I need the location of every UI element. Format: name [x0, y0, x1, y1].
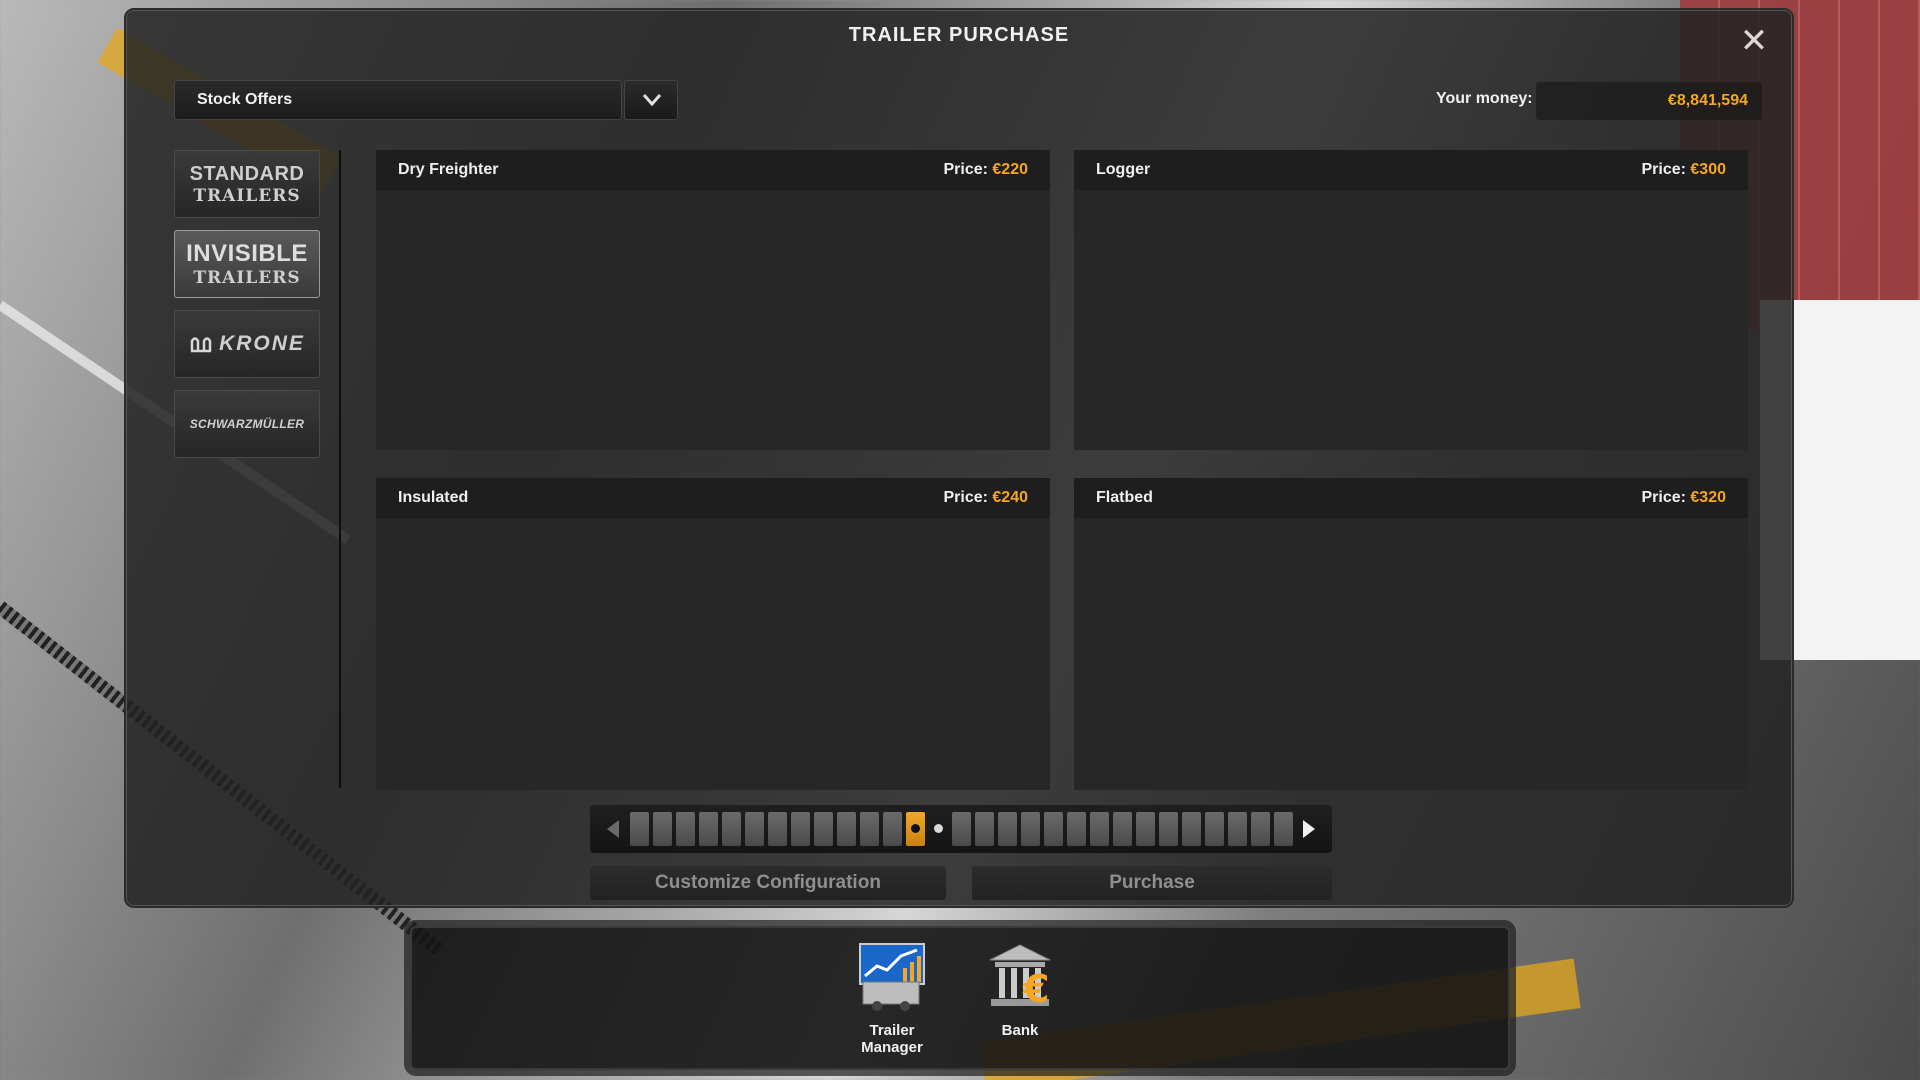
page-segment[interactable] — [951, 812, 971, 846]
next-page-button[interactable] — [1293, 809, 1327, 849]
price-value: €320 — [1690, 489, 1726, 506]
price-label: Price: — [1641, 161, 1686, 178]
brand-label: INVISIBLE — [186, 240, 308, 267]
offer-price: Price: €220 — [943, 161, 1028, 179]
sidebar-divider — [339, 150, 341, 788]
price-value: €220 — [992, 161, 1028, 178]
purchase-button[interactable]: Purchase — [972, 866, 1332, 900]
bank-button[interactable]: € Bank — [970, 942, 1070, 1039]
page-segment[interactable] — [1227, 812, 1247, 846]
arrow-left-icon — [606, 820, 619, 838]
page-segment[interactable] — [929, 812, 948, 846]
page-segment[interactable] — [790, 812, 810, 846]
page-segment[interactable] — [1020, 812, 1040, 846]
trailer-manager-icon — [859, 943, 925, 1011]
offer-card[interactable]: Flatbed Price: €320 — [1074, 478, 1748, 790]
trailer-manager-label-line1: Trailer — [869, 1022, 915, 1039]
price-label: Price: — [1641, 489, 1686, 506]
offer-card[interactable]: Logger Price: €300 — [1074, 150, 1748, 450]
page-segment[interactable] — [859, 812, 879, 846]
page-slider[interactable] — [590, 805, 1332, 853]
brand-standard-trailers[interactable]: STANDARD TRAILERS — [174, 150, 320, 218]
page-segment[interactable] — [1250, 812, 1270, 846]
offer-type-dropdown[interactable]: Stock Offers — [174, 80, 622, 120]
page-segment[interactable] — [1112, 812, 1132, 846]
page-segments — [629, 812, 1293, 846]
page-segment[interactable] — [974, 812, 994, 846]
arrow-right-icon — [1303, 820, 1316, 838]
trailer-manager-button[interactable]: Trailer Manager — [842, 942, 942, 1056]
offer-name: Insulated — [398, 489, 469, 506]
page-segment[interactable] — [882, 812, 902, 846]
page-segment[interactable] — [1066, 812, 1086, 846]
brand-schwarzmuller[interactable]: SCHWARZMÜLLER — [174, 390, 320, 458]
offer-price: Price: €240 — [943, 489, 1028, 507]
previous-page-button[interactable] — [596, 809, 630, 849]
offer-name: Flatbed — [1096, 489, 1153, 506]
trailer-manager-label-line2: Manager — [861, 1039, 923, 1056]
page-segment[interactable] — [1273, 812, 1293, 846]
brand-label: TRAILERS — [193, 185, 301, 206]
page-segment[interactable] — [1158, 812, 1178, 846]
page-segment[interactable] — [744, 812, 764, 846]
offer-card-header: Logger Price: €300 — [1074, 150, 1748, 190]
dialog-title: TRAILER PURCHASE — [848, 24, 1070, 46]
money-label: Your money: — [1436, 90, 1533, 107]
offer-price: Price: €300 — [1641, 161, 1726, 179]
customize-configuration-button[interactable]: Customize Configuration — [590, 866, 946, 900]
offer-name: Dry Freighter — [398, 161, 499, 178]
page-segment[interactable] — [1135, 812, 1155, 846]
offer-card-header: Insulated Price: €240 — [376, 478, 1050, 518]
bank-icon: € — [989, 944, 1051, 1011]
page-segment[interactable] — [721, 812, 741, 846]
page-segment[interactable] — [813, 812, 833, 846]
brand-label: SCHWARZMÜLLER — [189, 417, 305, 431]
offer-name: Logger — [1096, 161, 1151, 178]
money-value: €8,841,594 — [1536, 82, 1762, 120]
close-icon[interactable]: ✕ — [1738, 24, 1770, 58]
price-value: €300 — [1690, 161, 1726, 178]
page-segment[interactable] — [652, 812, 672, 846]
page-segment[interactable] — [1204, 812, 1224, 846]
brand-invisible-trailers[interactable]: INVISIBLE TRAILERS — [174, 230, 320, 298]
brand-krone[interactable]: KRONE — [174, 310, 320, 378]
dropdown-toggle-button[interactable] — [624, 80, 678, 120]
bank-label: Bank — [1001, 1022, 1039, 1039]
page-segment[interactable] — [1089, 812, 1109, 846]
brand-label: STANDARD — [189, 162, 305, 185]
page-segment[interactable] — [767, 812, 787, 846]
chevron-down-icon — [642, 94, 662, 107]
offer-card-header: Dry Freighter Price: €220 — [376, 150, 1050, 190]
page-segment[interactable] — [675, 812, 695, 846]
page-segment[interactable] — [629, 812, 649, 846]
dropdown-selected-label: Stock Offers — [197, 91, 293, 108]
offer-card-header: Flatbed Price: €320 — [1074, 478, 1748, 518]
brand-sidebar: STANDARD TRAILERS INVISIBLE TRAILERS KRO… — [174, 150, 320, 470]
price-value: €240 — [992, 489, 1028, 506]
svg-text:€: € — [1022, 967, 1049, 1011]
page-segment[interactable] — [836, 812, 856, 846]
price-label: Price: — [943, 161, 988, 178]
page-segment[interactable] — [997, 812, 1017, 846]
bottom-toolbar: Trailer Manager € Bank — [410, 926, 1510, 1070]
brand-label: KRONE — [219, 332, 305, 355]
trailer-purchase-dialog: TRAILER PURCHASE ✕ Stock Offers Your mon… — [124, 8, 1794, 908]
page-segment-active[interactable] — [905, 812, 925, 846]
page-segment[interactable] — [1043, 812, 1063, 846]
page-segment[interactable] — [1181, 812, 1201, 846]
offer-card[interactable]: Dry Freighter Price: €220 — [376, 150, 1050, 450]
offer-price: Price: €320 — [1641, 489, 1726, 507]
offer-card[interactable]: Insulated Price: €240 — [376, 478, 1050, 790]
brand-label: TRAILERS — [193, 268, 301, 288]
price-label: Price: — [943, 489, 988, 506]
krone-logo-icon — [190, 337, 212, 353]
page-segment[interactable] — [698, 812, 718, 846]
